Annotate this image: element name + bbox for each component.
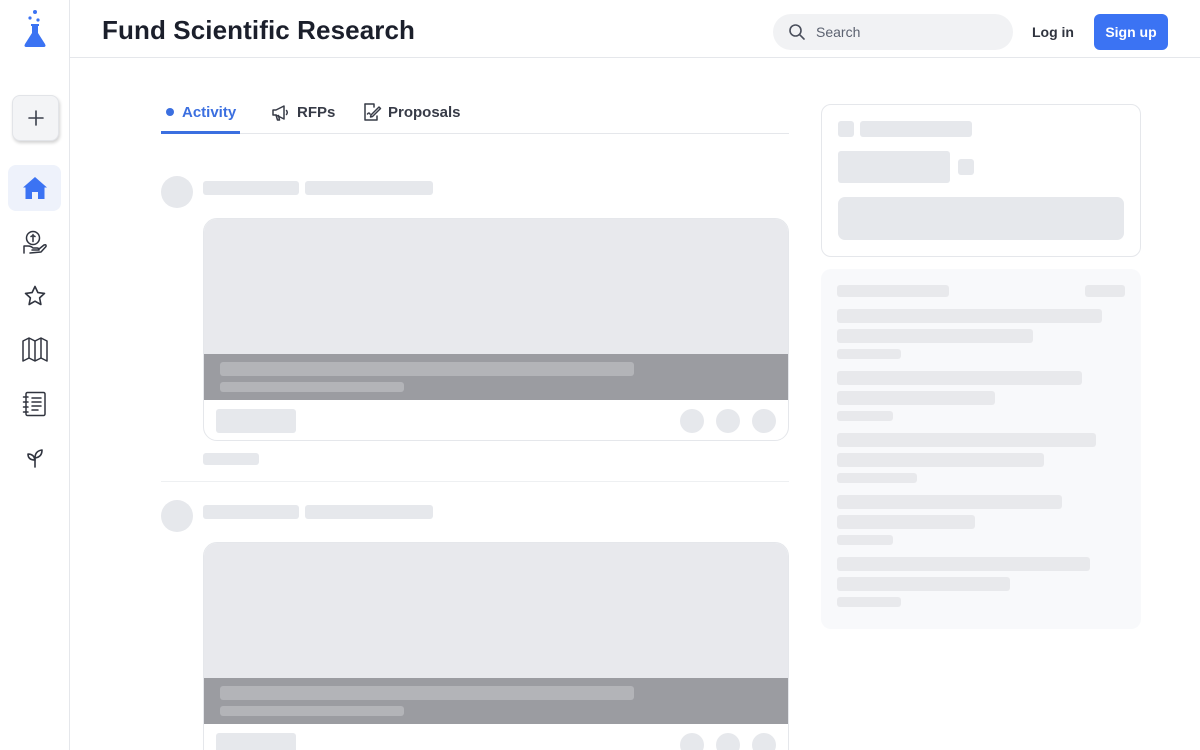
sidebar-item-notebook[interactable] — [8, 381, 61, 427]
login-button[interactable]: Log in — [1020, 14, 1086, 50]
feed-divider — [161, 481, 789, 482]
list-item-line-skeleton — [837, 433, 1096, 447]
card-subtitle-skeleton — [220, 382, 404, 392]
feed-tabs: Activity RFPs Proposals — [161, 90, 789, 134]
feed-card-skeleton — [203, 542, 789, 750]
book-open-icon — [21, 337, 48, 362]
tab-proposals-label: Proposals — [388, 103, 461, 121]
list-item-line-skeleton — [837, 453, 1044, 467]
list-link-skeleton — [1085, 285, 1125, 297]
card-icon-skeleton — [716, 733, 740, 750]
app: Fund Scientific Research Log in Sign up … — [0, 0, 1200, 750]
card-title-skeleton — [220, 362, 634, 376]
side-button-skeleton — [838, 197, 1124, 240]
list-item-line-skeleton — [837, 557, 1090, 571]
proposal-icon — [364, 103, 382, 121]
card-title-band — [204, 678, 788, 724]
list-heading-skeleton — [837, 285, 949, 297]
plus-icon — [27, 110, 44, 126]
card-title-skeleton — [220, 686, 634, 700]
tab-activity-label: Activity — [182, 103, 237, 121]
card-icon-skeleton — [716, 409, 740, 433]
list-item-line-skeleton — [837, 495, 1062, 509]
sprout-icon — [26, 449, 43, 468]
hand-coin-icon — [22, 230, 47, 254]
list-item-line-skeleton — [837, 329, 1033, 343]
active-tab-indicator — [161, 131, 240, 134]
card-title-band — [204, 354, 788, 400]
card-subtitle-skeleton — [220, 706, 404, 716]
list-item-line-skeleton — [837, 577, 1010, 591]
list-item-meta-skeleton — [837, 535, 893, 545]
list-item-line-skeleton — [837, 371, 1082, 385]
card-icon-skeleton — [680, 409, 704, 433]
tab-activity[interactable]: Activity — [161, 90, 236, 134]
search-icon — [789, 24, 805, 40]
sidebar — [0, 0, 70, 750]
notebook-icon — [22, 391, 46, 417]
sidebar-item-home[interactable] — [8, 165, 61, 211]
search-box[interactable] — [773, 14, 1013, 50]
page-title: Fund Scientific Research — [102, 15, 416, 45]
author-skeleton — [203, 181, 299, 195]
author-skeleton — [203, 505, 299, 519]
footer-skeleton — [203, 453, 259, 465]
list-item-line-skeleton — [837, 515, 975, 529]
top-bar: Fund Scientific Research Log in Sign up — [70, 0, 1200, 58]
card-icon-skeleton — [752, 733, 776, 750]
card-image-skeleton — [204, 543, 788, 678]
search-input[interactable] — [816, 14, 1001, 50]
new-button[interactable] — [12, 95, 59, 141]
sidebar-item-starred[interactable] — [8, 273, 61, 319]
side-badge-skeleton — [958, 159, 974, 175]
flask-logo-icon[interactable] — [19, 9, 51, 49]
card-action-skeleton — [216, 733, 296, 750]
list-item-meta-skeleton — [837, 349, 901, 359]
home-icon — [22, 177, 47, 199]
list-item-line-skeleton — [837, 309, 1102, 323]
card-icon-skeleton — [680, 733, 704, 750]
card-action-skeleton — [216, 409, 296, 433]
side-heading-skeleton — [860, 121, 972, 137]
sidebar-item-grow[interactable] — [8, 435, 61, 481]
avatar-skeleton — [161, 176, 193, 208]
card-icon-skeleton — [752, 409, 776, 433]
list-item-line-skeleton — [837, 391, 995, 405]
side-icon-skeleton — [838, 121, 854, 137]
sidebar-item-fund[interactable] — [8, 219, 61, 265]
side-list-skeleton — [821, 269, 1141, 629]
tab-rfps[interactable]: RFPs — [271, 90, 335, 134]
megaphone-icon — [272, 105, 288, 121]
sidebar-item-learn[interactable] — [8, 327, 61, 373]
side-card-skeleton — [821, 104, 1141, 257]
meta-skeleton — [305, 181, 433, 195]
card-image-skeleton — [204, 219, 788, 354]
list-item-meta-skeleton — [837, 597, 901, 607]
tab-rfps-label: RFPs — [297, 103, 336, 121]
list-item-meta-skeleton — [837, 473, 917, 483]
dot-icon — [166, 108, 174, 116]
list-item-meta-skeleton — [837, 411, 893, 421]
tab-proposals[interactable]: Proposals — [362, 90, 461, 134]
side-value-skeleton — [838, 151, 950, 183]
feed-card-skeleton — [203, 218, 789, 441]
star-icon — [24, 285, 45, 306]
avatar-skeleton — [161, 500, 193, 532]
meta-skeleton — [305, 505, 433, 519]
signup-button[interactable]: Sign up — [1094, 14, 1168, 50]
